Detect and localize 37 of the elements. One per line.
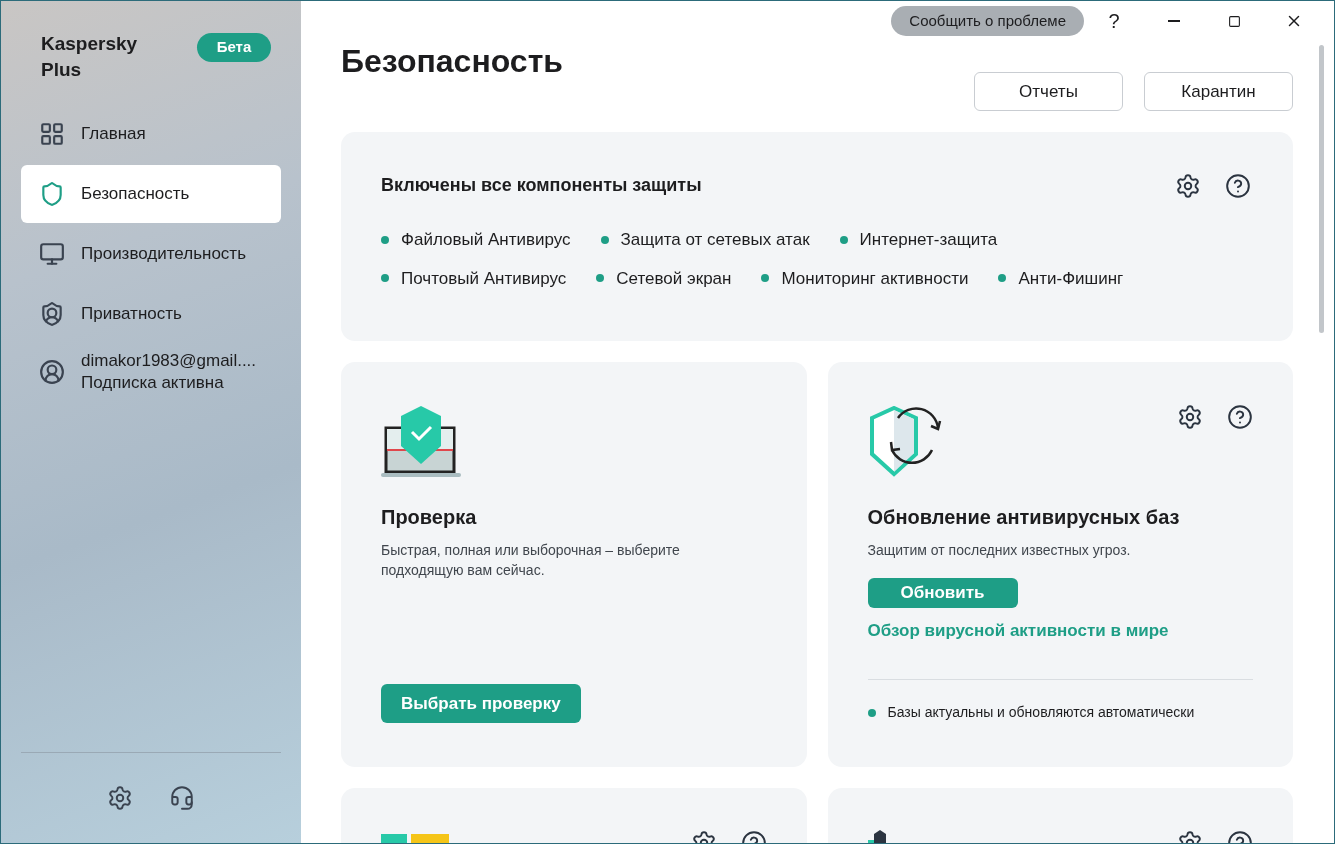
subscription-status: Подписка активна	[81, 372, 225, 394]
component-label: Защита от сетевых атак	[620, 229, 810, 251]
update-status: Базы актуальны и обновляются автоматически	[887, 703, 1195, 722]
component-label: Сетевой экран	[616, 267, 732, 290]
nav-item[interactable]: Производительность	[21, 225, 281, 283]
component-label: Интернет-защита	[859, 229, 998, 251]
user-icon	[39, 359, 65, 385]
card-title: Обновление антивирусных баз	[867, 505, 1181, 530]
component-label: Мониторинг активности	[781, 267, 969, 290]
help-button[interactable]: ?	[1084, 1, 1144, 41]
report-problem-button[interactable]: Сообщить о проблеме	[891, 6, 1084, 36]
maximize-icon	[1227, 14, 1241, 28]
app-name: Kaspersky Plus	[41, 32, 139, 82]
scrollbar-thumb[interactable]	[1319, 45, 1324, 333]
support-headset-icon[interactable]	[169, 785, 195, 811]
protection-title: Включены все компоненты защиты	[381, 174, 702, 197]
page-title: Безопасность	[341, 42, 563, 81]
monitor-icon	[39, 241, 65, 267]
component-label: Почтовый Антивирус	[401, 267, 567, 290]
minimize-icon	[1168, 20, 1180, 22]
account-email: dimakor1983@gmail....	[81, 350, 257, 372]
shield-person-icon	[39, 301, 65, 327]
header-button[interactable]: Карантин	[1144, 72, 1293, 111]
shield-icon	[39, 181, 65, 207]
component-label: Анти-Фишинг	[1018, 267, 1124, 290]
component-label: Файловый Антивирус	[401, 229, 571, 251]
nav-item[interactable]: Безопасность	[21, 165, 281, 223]
card-description: Быстрая, полная или выборочная – выберите подходящую вам сейчас.	[381, 541, 681, 580]
beta-badge: Бета	[197, 33, 271, 62]
card-title: Проверка	[381, 505, 478, 530]
card-description: Защитим от последних известных угроз.	[867, 541, 1132, 560]
account-item[interactable]: dimakor1983@gmail.... Подписка активна	[21, 343, 281, 401]
illustration-drawing	[867, 830, 886, 843]
grid-icon	[39, 121, 65, 147]
header-button[interactable]: Отчеты	[974, 72, 1123, 111]
nav-item[interactable]: Приватность	[21, 285, 281, 343]
nav-item[interactable]: Главная	[21, 105, 281, 163]
